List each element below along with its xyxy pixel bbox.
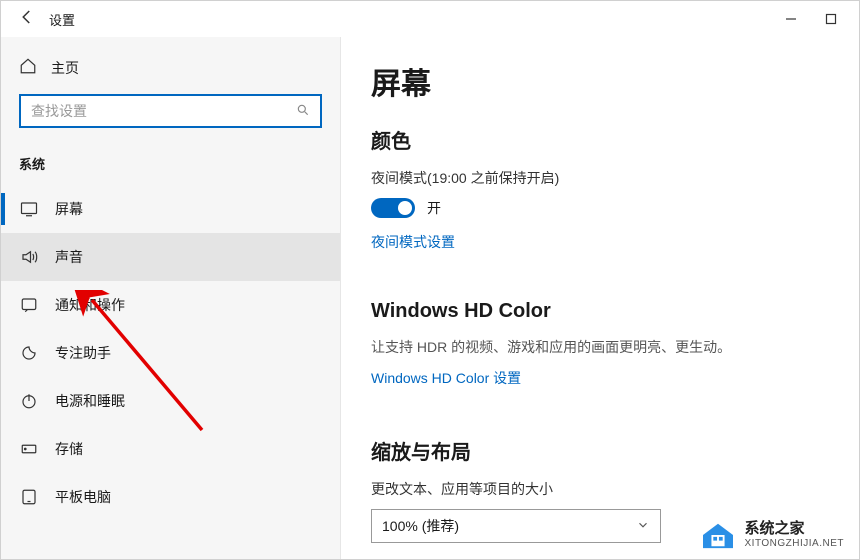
home-button[interactable]: 主页 [1,49,340,94]
toggle-state-label: 开 [427,198,441,218]
section-hd-color: Windows HD Color 让支持 HDR 的视频、游戏和应用的画面更明亮… [371,300,829,410]
sound-icon [19,248,39,266]
night-mode-label: 夜间模式(19:00 之前保持开启) [371,168,829,188]
section-color: 颜色 夜间模式(19:00 之前保持开启) 开 夜间模式设置 [371,125,829,274]
toggle-knob [398,201,412,215]
minimize-button[interactable] [771,5,811,33]
maximize-button[interactable] [811,5,851,33]
sidebar-nav-list: 屏幕 声音 通知和操作 [1,185,340,521]
sidebar-item-notifications[interactable]: 通知和操作 [1,281,340,329]
sidebar-item-label: 通知和操作 [55,295,125,315]
sidebar-item-tablet[interactable]: 平板电脑 [1,473,340,521]
sidebar-item-label: 屏幕 [55,199,83,219]
scale-select[interactable]: 100% (推荐) [371,509,661,543]
sidebar-item-label: 声音 [55,247,83,267]
search-input-box[interactable] [19,94,322,128]
color-heading: 颜色 [371,125,829,154]
night-mode-toggle[interactable] [371,198,415,218]
search-container [1,94,340,144]
back-button[interactable] [9,8,45,31]
sidebar-item-power[interactable]: 电源和睡眠 [1,377,340,425]
night-mode-toggle-row: 开 [371,198,829,218]
titlebar: 设置 [1,1,859,37]
sidebar-item-focus[interactable]: 专注助手 [1,329,340,377]
settings-window: 设置 主页 系统 [0,0,860,560]
hd-color-heading: Windows HD Color [371,300,829,323]
scale-select-value: 100% (推荐) [382,516,459,536]
sidebar-item-storage[interactable]: 存储 [1,425,340,473]
night-mode-settings-link[interactable]: 夜间模式设置 [371,232,455,252]
tablet-icon [19,488,39,506]
sidebar-item-label: 平板电脑 [55,487,111,507]
content-area: 屏幕 颜色 夜间模式(19:00 之前保持开启) 开 夜间模式设置 Window… [341,37,859,559]
scale-label: 更改文本、应用等项目的大小 [371,479,829,499]
display-icon [19,200,39,218]
focus-icon [19,344,39,362]
sidebar-section-title: 系统 [1,144,340,185]
hd-color-settings-link[interactable]: Windows HD Color 设置 [371,368,521,388]
hd-color-description: 让支持 HDR 的视频、游戏和应用的画面更明亮、更生动。 [371,337,829,358]
power-icon [19,392,39,410]
sidebar-item-label: 存储 [55,439,83,459]
window-title: 设置 [49,10,75,29]
sidebar: 主页 系统 屏幕 [1,37,341,559]
home-icon [19,57,37,78]
section-scale: 缩放与布局 更改文本、应用等项目的大小 100% (推荐) [371,436,829,543]
sidebar-item-display[interactable]: 屏幕 [1,185,340,233]
scale-heading: 缩放与布局 [371,436,829,465]
sidebar-item-label: 电源和睡眠 [55,391,125,411]
window-body: 主页 系统 屏幕 [1,37,859,559]
search-icon [296,103,310,120]
home-label: 主页 [51,58,79,78]
storage-icon [19,440,39,458]
page-title: 屏幕 [371,59,829,103]
sidebar-item-sound[interactable]: 声音 [1,233,340,281]
search-input[interactable] [31,103,296,119]
notifications-icon [19,296,39,314]
chevron-down-icon [636,518,650,535]
sidebar-item-label: 专注助手 [55,343,111,363]
